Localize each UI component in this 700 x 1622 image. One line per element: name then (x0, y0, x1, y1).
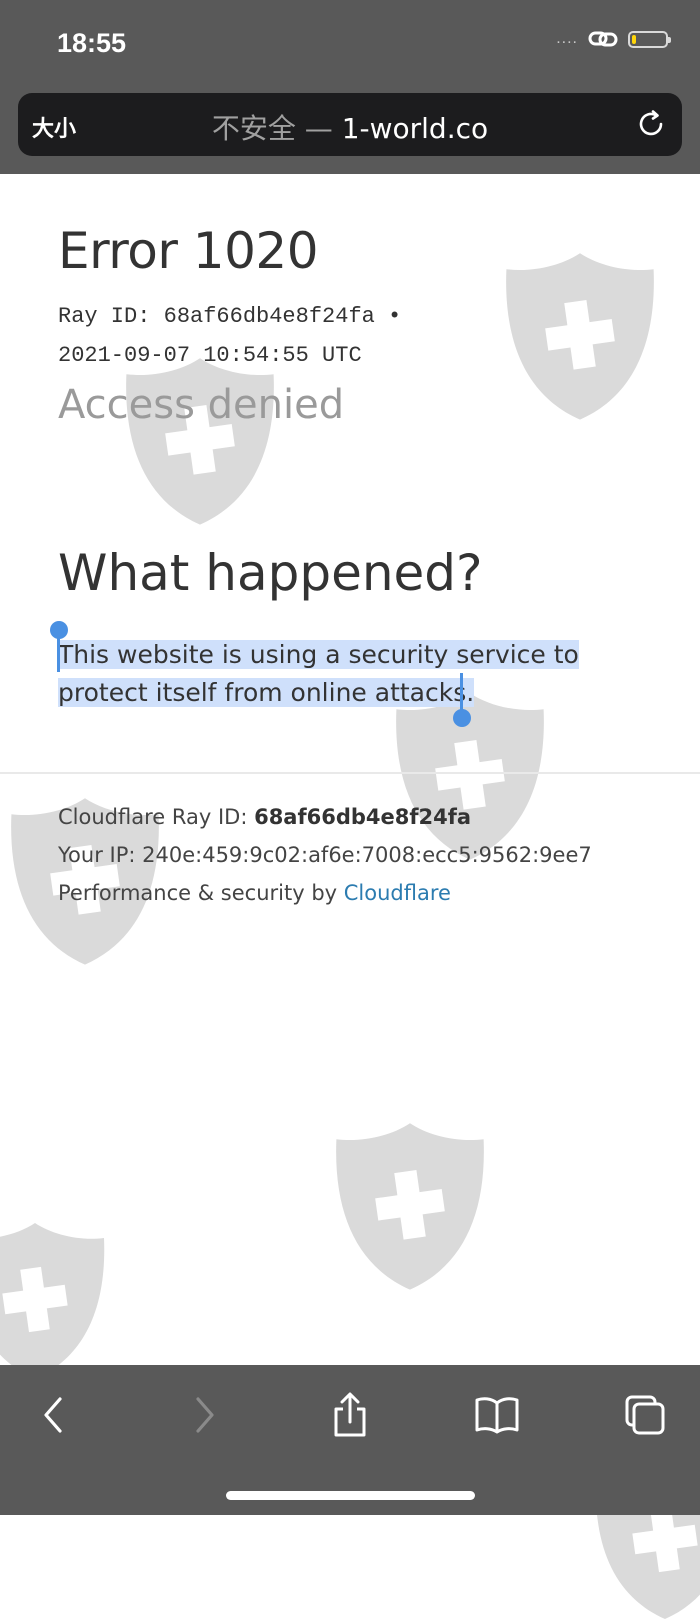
reload-icon[interactable] (634, 107, 668, 146)
status-icons: .... (556, 30, 671, 48)
explanation-line-2: protect itself from online attacks. (58, 678, 475, 707)
footer-ip-value: 240e:459:9c02:af6e:7008:ecc5:9562:9ee7 (142, 843, 592, 867)
forward-icon[interactable] (180, 1390, 230, 1440)
tabs-icon[interactable] (620, 1390, 670, 1440)
timestamp-line: 2021-09-07 10:54:55 UTC (58, 343, 362, 368)
footer-performance: Performance & security by Cloudflare (58, 881, 451, 905)
battery-icon (628, 30, 671, 48)
browser-top-bar: 18:55 .... 大小 不安全 — 1-world.co (0, 0, 700, 174)
explanation-paragraph[interactable]: This website is using a security service… (58, 636, 642, 712)
watermark-shield-icon (336, 1123, 484, 1290)
footer-perf-label: Performance & security by (58, 881, 344, 905)
watermark-shield-icon (126, 358, 274, 525)
footer-ip-label: Your IP: (58, 843, 143, 867)
url-separator: — (295, 112, 342, 145)
footer-ray-id: Cloudflare Ray ID: 68af66db4e8f24fa (58, 805, 471, 829)
share-icon[interactable] (325, 1390, 375, 1440)
home-indicator (226, 1491, 475, 1500)
watermark-shield-icon (0, 1223, 105, 1379)
selection-end-handle[interactable] (452, 673, 474, 734)
insecure-label: 不安全 (211, 112, 296, 145)
footer-ip: Your IP: 240e:459:9c02:af6e:7008:ecc5:95… (58, 843, 592, 867)
access-denied-heading: Access denied (58, 382, 345, 428)
footer-divider (0, 772, 700, 774)
selection-start-handle[interactable] (48, 620, 70, 677)
cloudflare-link[interactable]: Cloudflare (344, 881, 451, 905)
link-icon (588, 30, 618, 48)
bookmarks-icon[interactable] (472, 1390, 522, 1440)
footer-ray-label: Cloudflare Ray ID: (58, 805, 255, 829)
error-title: Error 1020 (58, 222, 319, 280)
signal-indicator: .... (556, 30, 578, 47)
url-domain: 1-world.co (341, 112, 489, 145)
back-icon[interactable] (28, 1390, 78, 1440)
watermark-shield-icon (506, 253, 654, 420)
address-bar[interactable]: 大小 不安全 — 1-world.co (18, 93, 682, 156)
footer-ray-value: 68af66db4e8f24fa (254, 805, 472, 829)
status-time: 18:55 (57, 28, 127, 58)
ray-id-line: Ray ID: 68af66db4e8f24fa • (58, 304, 402, 329)
explanation-line-1: This website is using a security service… (58, 640, 579, 669)
url-display[interactable]: 不安全 — 1-world.co (18, 107, 682, 147)
what-happened-heading: What happened? (58, 544, 483, 602)
